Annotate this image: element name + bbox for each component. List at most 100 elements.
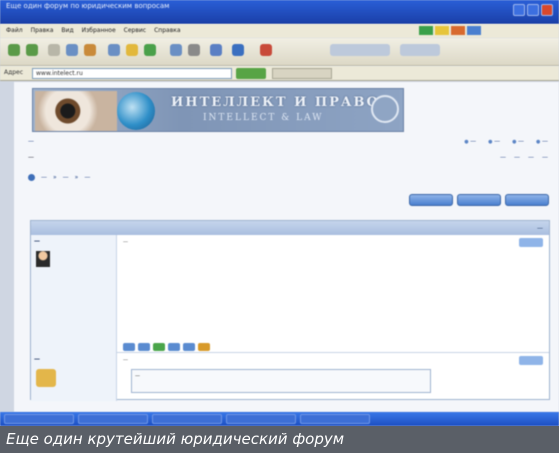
go-button[interactable] [236, 68, 266, 79]
email-icon[interactable] [153, 343, 165, 351]
toolbar-orange-icon[interactable] [451, 26, 465, 35]
forward-icon[interactable] [26, 44, 38, 56]
post-author-panel: — [31, 353, 117, 401]
toolbar-blue-icon[interactable] [467, 26, 481, 35]
toolbar-extra-button[interactable] [400, 44, 440, 56]
toolbar-search-box[interactable] [330, 44, 390, 56]
forum-post: — — [31, 235, 549, 353]
site-banner: ИНТЕЛЛЕКТ И ПРАВО INTELLECT & LAW [32, 88, 404, 132]
eye-image [35, 91, 117, 131]
forum-post: — — — [31, 353, 549, 401]
report-icon[interactable] [198, 343, 210, 351]
links-button[interactable] [272, 68, 332, 79]
user-link-4[interactable]: — [542, 154, 548, 161]
print-icon[interactable] [188, 44, 200, 56]
minimize-icon[interactable] [513, 4, 525, 16]
window-title: Еще один форум по юридическим вопросам [6, 2, 170, 10]
post-buttons [123, 343, 210, 351]
quote-button[interactable] [519, 356, 543, 365]
avatar [36, 251, 50, 267]
top-navigation: — — — — — [28, 136, 548, 148]
maximize-icon[interactable] [527, 4, 539, 16]
edit-icon[interactable] [210, 44, 222, 56]
breadcrumb: — » — » — [28, 174, 90, 181]
breadcrumb-item[interactable]: — [41, 174, 47, 181]
search-icon[interactable] [108, 44, 120, 56]
menu-item-file[interactable]: Файл [6, 27, 23, 35]
back-icon[interactable] [8, 44, 20, 56]
breadcrumb-item[interactable]: — [63, 174, 69, 181]
post-text-line [123, 251, 533, 259]
close-icon[interactable] [541, 4, 553, 16]
favorites-icon[interactable] [126, 44, 138, 56]
avatar [36, 369, 56, 387]
discuss-icon[interactable] [232, 44, 244, 56]
site-subtitle: INTELLECT & LAW [203, 113, 324, 123]
image-caption: Еще один крутейший юридический форум [0, 426, 559, 453]
post-author[interactable]: — [34, 356, 113, 363]
user-link-3[interactable]: — [528, 154, 534, 161]
page-viewport: ИНТЕЛЛЕКТ И ПРАВО INTELLECT & LAW — — — … [14, 82, 559, 412]
nav-link-4[interactable]: — [536, 138, 548, 145]
menu-item-favorites[interactable]: Избранное [82, 27, 116, 35]
menu-item-help[interactable]: Справка [154, 27, 180, 35]
menu-item-edit[interactable]: Правка [31, 27, 54, 35]
menu-item-view[interactable]: Вид [61, 27, 73, 35]
post-author-panel: — [31, 235, 117, 353]
taskbar-item[interactable] [226, 414, 296, 424]
user-nav-links: — — — — [500, 154, 548, 161]
stop-icon[interactable] [48, 44, 60, 56]
message-icon[interactable] [138, 343, 150, 351]
site-title: ИНТЕЛЛЕКТ И ПРАВО [171, 95, 380, 110]
nav-link-3[interactable]: — [512, 138, 524, 145]
post-author[interactable]: — [34, 238, 113, 245]
taskbar-item[interactable] [78, 414, 148, 424]
history-icon[interactable] [144, 44, 156, 56]
action-button-3[interactable] [505, 194, 549, 206]
toolbar-yellow-icon[interactable] [435, 26, 449, 35]
user-navigation: — — — — — [28, 152, 548, 164]
user-greeting: — [28, 154, 34, 161]
forum-icon [28, 174, 35, 181]
nav-link-2[interactable]: — [488, 138, 500, 145]
forum-topic: — — — — — — [30, 220, 550, 401]
address-label: Адрес [4, 69, 24, 76]
toolbar-extra-icon[interactable] [260, 44, 272, 56]
browser-toolbar [0, 38, 559, 66]
site-link[interactable]: — [28, 138, 34, 145]
breadcrumb-item[interactable]: — [84, 174, 90, 181]
taskbar-item[interactable] [300, 414, 370, 424]
quote-button[interactable] [519, 238, 543, 247]
post-body [123, 251, 533, 259]
breadcrumb-separator: » [74, 174, 79, 181]
topic-actions [409, 194, 549, 206]
quoted-text: — [131, 369, 431, 393]
topic-header: — [31, 221, 549, 235]
home-icon[interactable] [84, 44, 96, 56]
profile-icon[interactable] [123, 343, 135, 351]
user-link-2[interactable]: — [514, 154, 520, 161]
user-link-1[interactable]: — [500, 154, 506, 161]
taskbar-item[interactable] [4, 414, 74, 424]
top-nav-links: — — — — [464, 138, 548, 145]
post-date: — [123, 357, 128, 363]
globe-icon [117, 92, 155, 130]
taskbar [0, 412, 559, 426]
post-date: — [123, 239, 128, 245]
window-controls [513, 4, 553, 16]
www-icon[interactable] [168, 343, 180, 351]
menu-item-tools[interactable]: Сервис [124, 27, 146, 35]
icq-icon[interactable] [183, 343, 195, 351]
seal-icon [371, 95, 399, 123]
toolbar-green-icon[interactable] [419, 26, 433, 35]
action-button-1[interactable] [409, 194, 453, 206]
mail-icon[interactable] [170, 44, 182, 56]
nav-link-1[interactable]: — [464, 138, 476, 145]
refresh-icon[interactable] [66, 44, 78, 56]
taskbar-item[interactable] [152, 414, 222, 424]
breadcrumb-separator: » [53, 174, 57, 181]
action-button-2[interactable] [457, 194, 501, 206]
address-bar: Адрес www.intelect.ru [0, 66, 559, 81]
address-input[interactable]: www.intelect.ru [32, 68, 232, 79]
colored-toolbar-buttons [419, 26, 481, 35]
